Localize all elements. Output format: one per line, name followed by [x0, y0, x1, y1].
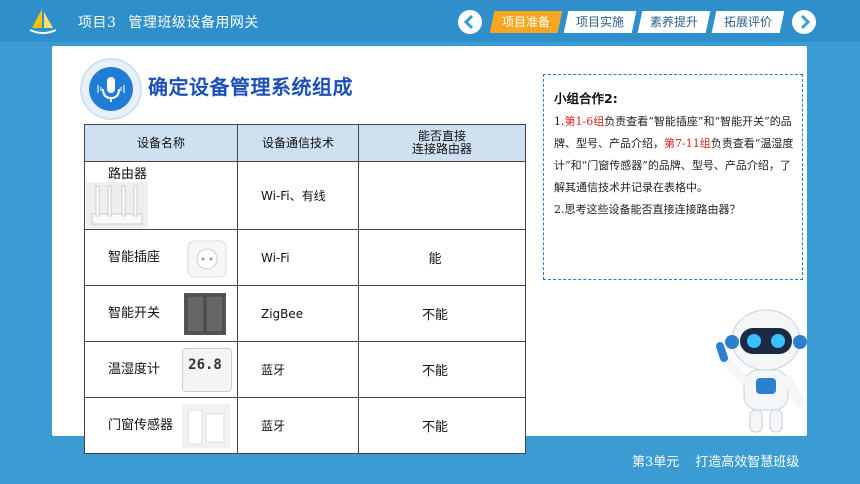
table-row: 门窗传感器 蓝牙 不能 [84, 397, 526, 454]
comm-tech: Wi-Fi [261, 250, 290, 265]
table-row: 路由器 Wi-Fi、有线 [84, 161, 526, 230]
direct-connect: 不能 [421, 308, 448, 323]
col-comm-tech: 设备通信技术 [237, 124, 359, 162]
note-question: 2.思考这些设备能否直接连接路由器？ [554, 203, 741, 216]
thermo-reading: 26.8 [188, 356, 222, 373]
table-row: 智能插座 Wi-Fi 能 [84, 229, 526, 286]
comm-tech: 蓝牙 [261, 419, 286, 433]
note-group-7-11: 第7-11组 [664, 137, 711, 150]
smart-plug-icon [187, 240, 227, 277]
chevron-right-icon [800, 14, 811, 30]
project-title: 项目3 管理班级设备用网关 [78, 12, 271, 32]
footer-unit: 第3单元 [632, 455, 680, 470]
direct-connect: 能 [428, 252, 442, 267]
note-body: 1.第1-6组负责查看“智能插座”和“智能开关”的品牌、型号、产品介绍，第7-1… [554, 111, 798, 221]
device-name: 温湿度计 [108, 362, 161, 377]
tab-literacy[interactable]: 素养提升 [637, 11, 711, 33]
comm-tech: 蓝牙 [261, 363, 286, 377]
section-title: 确定设备管理系统组成 [148, 75, 353, 99]
footer: 第3单元 打造高效智慧班级 [632, 451, 815, 470]
table-header-row: 设备名称 设备通信技术 能否直接 连接路由器 [84, 124, 526, 162]
table-row: 温湿度计 26.8 蓝牙 不能 [84, 341, 526, 398]
project-number: 项目3 [78, 15, 117, 31]
door-sensor-icon [182, 403, 231, 448]
col-direct-connect-line1: 能否直接 [417, 129, 466, 143]
thermo-hygrometer-icon: 26.8 [182, 347, 233, 392]
device-name: 路由器 [108, 167, 148, 182]
col-direct-connect-line2: 连接路由器 [411, 142, 472, 156]
microphone-badge [80, 58, 142, 120]
sailboat-logo-icon [29, 9, 57, 34]
device-name: 门窗传感器 [108, 418, 174, 433]
robot-mascot-icon [716, 309, 807, 433]
device-name: 智能插座 [108, 250, 161, 265]
device-table: 设备名称 设备通信技术 能否直接 连接路由器 路由器 Wi-Fi、有线 智能插座 [84, 124, 526, 454]
top-bar: 项目3 管理班级设备用网关 项目准备 项目实施 素养提升 拓展评价 [0, 0, 860, 42]
col-direct-connect: 能否直接 连接路由器 [358, 124, 526, 162]
comm-tech: ZigBee [261, 306, 304, 321]
tab-project-impl[interactable]: 项目实施 [563, 11, 637, 33]
footer-title: 打造高效智慧班级 [695, 455, 800, 470]
tab-project-prep[interactable]: 项目准备 [489, 11, 563, 33]
prev-arrow-button[interactable] [458, 10, 482, 34]
tab-evaluation[interactable]: 拓展评价 [711, 11, 785, 33]
note-group-1-6: 第1-6组 [564, 115, 605, 128]
col-device-name: 设备名称 [84, 124, 238, 162]
project-name: 管理班级设备用网关 [128, 15, 259, 31]
direct-connect: 不能 [421, 420, 448, 435]
comm-tech: Wi-Fi、有线 [261, 189, 326, 203]
router-icon [86, 182, 148, 228]
direct-connect: 不能 [421, 364, 448, 379]
group-task-note: 小组合作2: 1.第1-6组负责查看“智能插座”和“智能开关”的品牌、型号、产品… [543, 74, 803, 280]
microphone-icon [97, 77, 125, 102]
smart-switch-icon [184, 292, 227, 335]
device-name: 智能开关 [108, 306, 161, 321]
note-p1-prefix: 1. [554, 115, 565, 128]
note-title: 小组合作2: [554, 91, 618, 106]
next-arrow-button[interactable] [792, 10, 816, 34]
table-row: 智能开关 ZigBee 不能 [84, 285, 526, 342]
chevron-left-icon [463, 14, 474, 30]
